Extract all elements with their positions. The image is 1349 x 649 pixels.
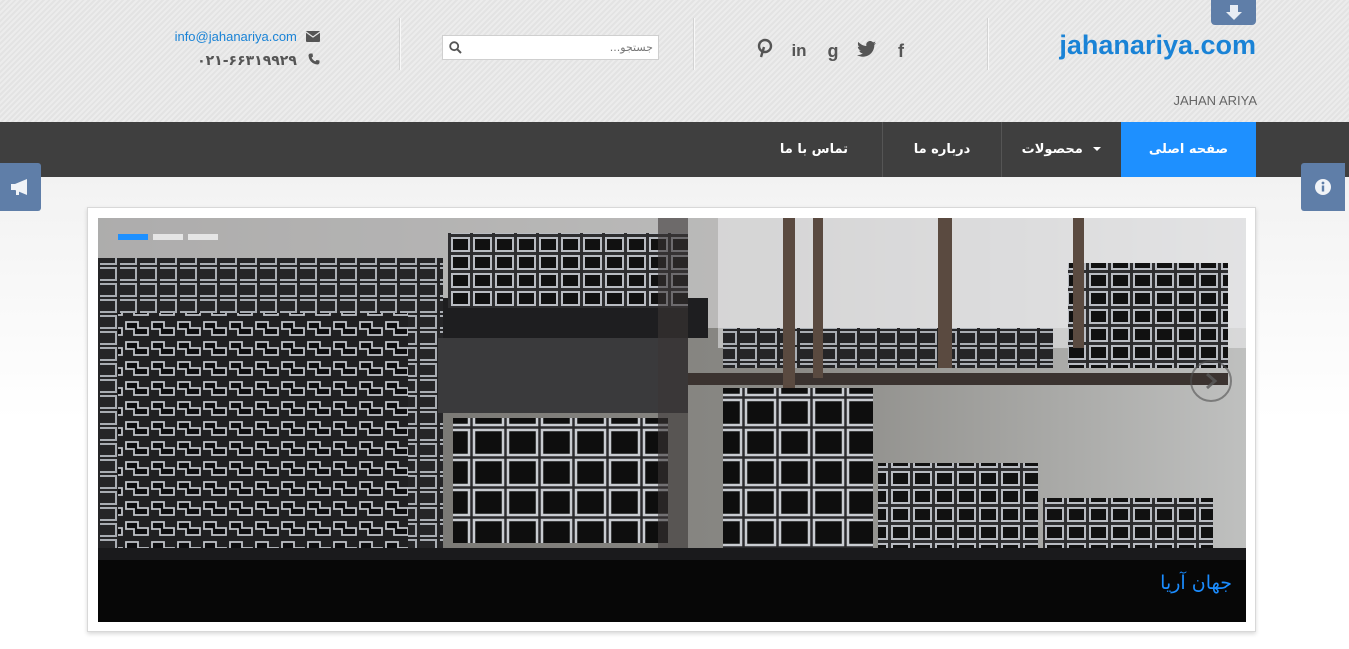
social-links: in g f (755, 38, 911, 64)
slide-caption: جهان آریا (1160, 572, 1232, 594)
main-nav: صفحه اصلی محصولات درباره ما تماس با ما (0, 122, 1349, 177)
chevron-right-icon (1206, 372, 1218, 390)
pinterest-icon[interactable] (755, 38, 775, 64)
phone-number: ۰۲۱-۶۶۳۱۹۹۲۹ (197, 53, 297, 69)
envelope-icon (305, 31, 321, 42)
twitter-icon[interactable] (857, 38, 877, 64)
info-icon (1315, 179, 1331, 195)
nav-item-contact[interactable]: تماس با ما (746, 122, 882, 177)
contact-info: info@jahanariya.com ۰۲۱-۶۶۳۱۹۹۲۹ (140, 26, 321, 70)
megaphone-icon (10, 179, 27, 195)
slider-dot[interactable] (118, 234, 148, 240)
search-box (442, 35, 659, 60)
arrow-down-icon (1225, 4, 1242, 20)
top-toggle-button[interactable] (1211, 0, 1256, 25)
linkedin-icon[interactable]: in (789, 38, 809, 64)
caret-down-icon (1093, 147, 1102, 151)
slider-next-button[interactable] (1190, 360, 1232, 402)
nav-item-products-label: محصولات (1021, 142, 1083, 157)
nav-item-about[interactable]: درباره ما (882, 122, 1001, 177)
email-link[interactable]: info@jahanariya.com (175, 29, 297, 44)
slider-pagination (118, 234, 218, 240)
search-icon[interactable] (449, 41, 462, 54)
site-tagline: JAHAN ARIYA (1173, 93, 1257, 108)
google-icon[interactable]: g (823, 38, 843, 64)
slider-dot[interactable] (188, 234, 218, 240)
phone-icon (308, 53, 320, 65)
announcement-button[interactable] (0, 163, 41, 211)
nav-item-products[interactable]: محصولات (1001, 122, 1121, 177)
search-input[interactable] (465, 38, 653, 57)
site-logo[interactable]: jahanariya.com (1040, 30, 1256, 61)
slide-caption-bar: جهان آریا (98, 560, 1246, 622)
nav-item-home[interactable]: صفحه اصلی (1121, 122, 1256, 177)
info-button[interactable] (1301, 163, 1345, 211)
slider-dot[interactable] (153, 234, 183, 240)
facebook-icon[interactable]: f (891, 38, 911, 64)
site-header: jahanariya.com JAHAN ARIYA in g f info@j… (0, 0, 1349, 122)
